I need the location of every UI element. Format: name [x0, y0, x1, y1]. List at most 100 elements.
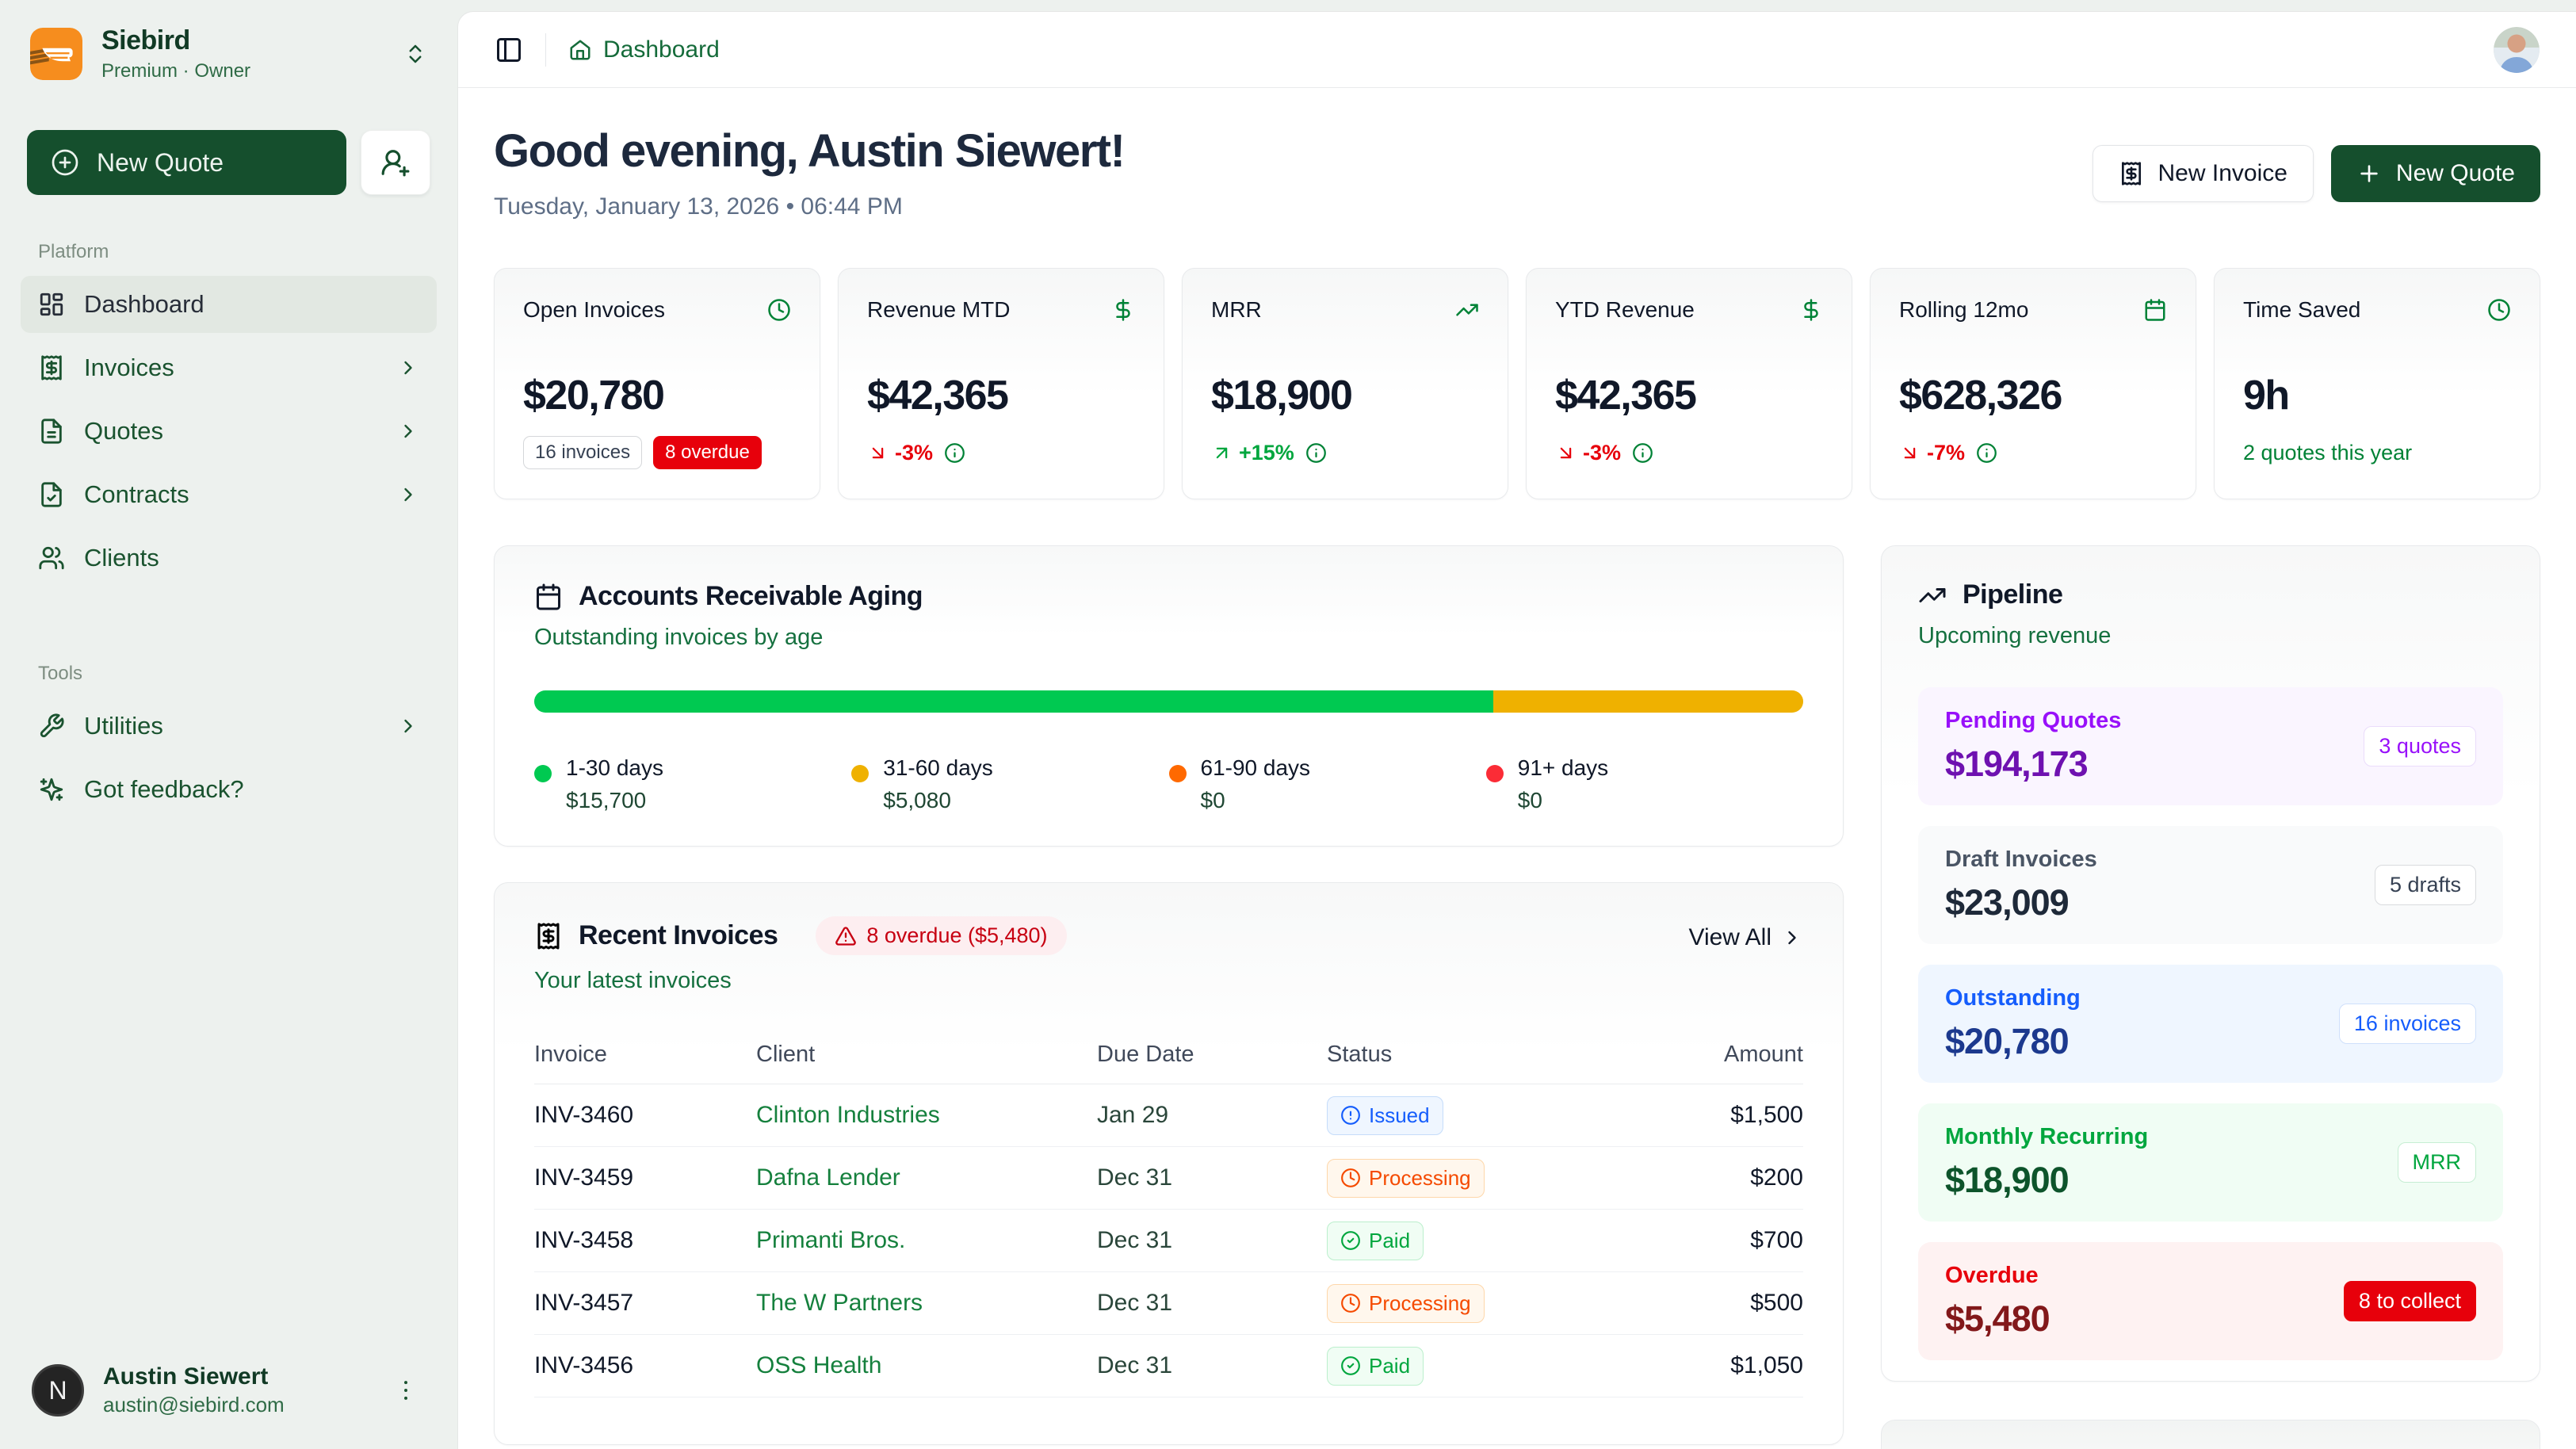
stat-value: $18,900	[1211, 372, 1479, 419]
check-circle-icon	[1340, 1355, 1361, 1376]
plus-icon	[2356, 161, 2382, 186]
invite-user-button[interactable]	[361, 130, 430, 195]
pipeline-row-pending-quotes: Pending Quotes $194,173 3 quotes	[1918, 687, 2503, 805]
chevron-right-icon	[397, 484, 419, 506]
nav-label: Dashboard	[84, 290, 204, 319]
sidebar-item-utilities[interactable]: Utilities	[21, 698, 437, 755]
trending-up-icon	[1455, 298, 1479, 322]
client-link[interactable]: The W Partners	[756, 1290, 1097, 1317]
legend-item: 1-30 days $15,700	[534, 755, 851, 813]
info-icon[interactable]	[1632, 442, 1653, 464]
page-header: Good evening, Austin Siewert! Tuesday, J…	[494, 124, 2540, 220]
client-link[interactable]: Clinton Industries	[756, 1102, 1097, 1129]
sidebar-section-tools: Tools	[38, 663, 419, 685]
main-area: Dashboard	[457, 0, 2576, 1449]
pipeline-row-overdue: Overdue $5,480 8 to collect	[1918, 1242, 2503, 1360]
user-avatar[interactable]	[2494, 27, 2540, 73]
status-badge-paid: Paid	[1327, 1347, 1424, 1386]
stat-card-rolling-12mo: Rolling 12mo $628,326 -7%	[1870, 268, 2196, 499]
due-date: Dec 31	[1097, 1164, 1327, 1191]
sidebar-item-clients[interactable]: Clients	[21, 530, 437, 587]
legend-item: 61-90 days $0	[1169, 755, 1486, 813]
chevron-right-icon	[397, 420, 419, 442]
sidebar-item-contracts[interactable]: Contracts	[21, 466, 437, 523]
info-icon[interactable]	[944, 442, 965, 464]
sidebar-item-feedback[interactable]: Got feedback?	[21, 761, 437, 818]
sidebar-item-quotes[interactable]: Quotes	[21, 403, 437, 460]
info-icon[interactable]	[1305, 442, 1327, 464]
sidebar-new-quote-button[interactable]: New Quote	[27, 130, 346, 195]
workspace-switcher[interactable]: Siebird Premium · Owner	[21, 21, 437, 87]
amount: $200	[1699, 1164, 1803, 1191]
chevrons-up-down-icon	[403, 42, 427, 66]
table-row[interactable]: INV-3456 OSS Health Dec 31 Paid $1,050	[534, 1335, 1803, 1397]
ar-aging-card: Accounts Receivable Aging Outstanding in…	[494, 545, 1844, 847]
pipeline-card: Pipeline Upcoming revenue Pending Quotes…	[1881, 545, 2540, 1382]
trend-up: +15%	[1211, 441, 1294, 465]
status-badge-processing: Processing	[1327, 1159, 1485, 1198]
header-actions: New Invoice New Quote	[2093, 145, 2540, 202]
clock-icon	[767, 298, 791, 322]
main-column: Accounts Receivable Aging Outstanding in…	[494, 545, 1844, 1445]
date-time: Tuesday, January 13, 2026 • 06:44 PM	[494, 193, 1124, 220]
nav-label: Invoices	[84, 354, 174, 382]
sidebar-user-footer[interactable]: N Austin Siewert austin@siebird.com	[21, 1355, 437, 1425]
nav-label: Got feedback?	[84, 775, 244, 804]
main-panel: Dashboard	[457, 11, 2576, 1449]
sidebar: Siebird Premium · Owner New Quote Platfo…	[0, 0, 457, 1449]
sidebar-item-dashboard[interactable]: Dashboard	[21, 276, 437, 333]
breadcrumb[interactable]: Dashboard	[568, 36, 720, 63]
invoice-count-badge: 16 invoices	[523, 436, 642, 469]
client-link[interactable]: Primanti Bros.	[756, 1227, 1097, 1254]
view-all-link[interactable]: View All	[1688, 924, 1803, 951]
legend-dot-orange	[1169, 765, 1187, 782]
recent-invoices-card: Recent Invoices 8 overdue ($5,480) Your …	[494, 882, 1844, 1445]
client-link[interactable]: OSS Health	[756, 1352, 1097, 1379]
invoice-id: INV-3458	[534, 1227, 756, 1254]
table-row[interactable]: INV-3459 Dafna Lender Dec 31 Processing …	[534, 1147, 1803, 1210]
sidebar-nav-tools: Utilities Got feedback?	[21, 698, 437, 818]
pipeline-subtitle: Upcoming revenue	[1918, 623, 2503, 649]
stat-card-mrr: MRR $18,900 +15%	[1182, 268, 1508, 499]
trending-up-icon	[1918, 581, 1947, 610]
table-row[interactable]: INV-3457 The W Partners Dec 31 Processin…	[534, 1272, 1803, 1335]
table-row[interactable]: INV-3460 Clinton Industries Jan 29 Issue…	[534, 1084, 1803, 1147]
receipt-icon	[2119, 161, 2144, 186]
pipeline-row-outstanding: Outstanding $20,780 16 invoices	[1918, 965, 2503, 1083]
new-invoice-button[interactable]: New Invoice	[2093, 145, 2314, 202]
legend-dot-yellow	[851, 765, 869, 782]
sidebar-item-invoices[interactable]: Invoices	[21, 339, 437, 396]
table-row[interactable]: INV-3458 Primanti Bros. Dec 31 Paid $700	[534, 1210, 1803, 1272]
sidebar-section-platform: Platform	[38, 241, 419, 263]
stat-label: Rolling 12mo	[1899, 297, 2028, 323]
amount: $500	[1699, 1290, 1803, 1317]
ar-bar-segment-1-30	[534, 690, 1493, 713]
alert-circle-icon	[1340, 1105, 1361, 1126]
info-icon[interactable]	[1976, 442, 1997, 464]
new-quote-label: New Quote	[2396, 160, 2515, 187]
sidebar-toggle-icon[interactable]	[495, 36, 523, 64]
alert-triangle-icon	[835, 925, 857, 947]
stat-value: $628,326	[1899, 372, 2167, 419]
check-circle-icon	[1340, 1230, 1361, 1251]
due-date: Dec 31	[1097, 1227, 1327, 1254]
stat-card-revenue-mtd: Revenue MTD $42,365 -3%	[838, 268, 1164, 499]
trend-down: -3%	[867, 441, 933, 465]
arrow-up-right-icon	[1211, 442, 1233, 464]
chevron-right-icon	[1781, 927, 1803, 949]
client-link[interactable]: Dafna Lender	[756, 1164, 1097, 1191]
clock-icon	[1340, 1168, 1361, 1188]
legend-item: 91+ days $0	[1486, 755, 1803, 813]
user-menu-dots-icon[interactable]	[386, 1371, 426, 1410]
user-avatar-letter: N	[32, 1364, 84, 1417]
app-root: Siebird Premium · Owner New Quote Platfo…	[0, 0, 2576, 1449]
status-badge-processing: Processing	[1327, 1284, 1485, 1323]
new-quote-label: New Quote	[97, 148, 224, 178]
circle-plus-icon	[51, 148, 79, 177]
stat-card-ytd-revenue: YTD Revenue $42,365 -3%	[1526, 268, 1852, 499]
user-email: austin@siebird.com	[103, 1393, 367, 1417]
amount: $1,050	[1699, 1352, 1803, 1379]
file-check-icon	[38, 481, 65, 508]
pipeline-row-monthly-recurring: Monthly Recurring $18,900 MRR	[1918, 1103, 2503, 1222]
new-quote-button[interactable]: New Quote	[2331, 145, 2540, 202]
